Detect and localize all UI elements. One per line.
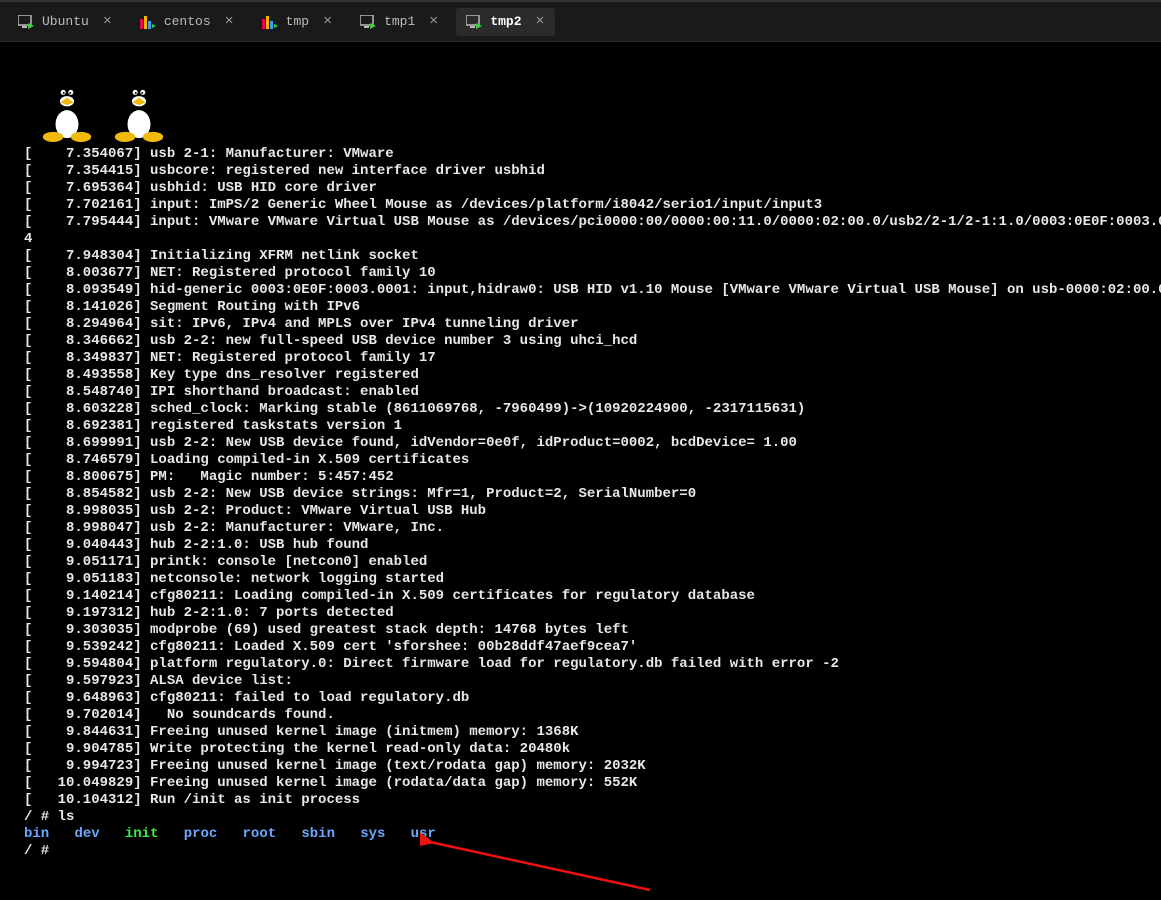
ls-entry-bin: bin [24, 826, 49, 842]
close-icon[interactable]: × [225, 14, 234, 29]
close-icon[interactable]: × [429, 14, 438, 29]
tux-icon [34, 72, 100, 142]
ls-entry-init: init [125, 826, 159, 842]
tux-logos [0, 50, 1161, 142]
terminal-tab-centos[interactable]: centos × [130, 8, 244, 36]
vm-icon [18, 14, 34, 30]
terminal-tabbar: Ubuntu × centos × tmp × tmp1 × tmp2 × [0, 2, 1161, 42]
terminal-tab-tmp2[interactable]: tmp2 × [456, 8, 554, 36]
shell-prompt-idle: / # [0, 843, 1161, 860]
ls-entry-usr: usr [411, 826, 436, 842]
tab-label: tmp2 [490, 14, 521, 29]
close-icon[interactable]: × [323, 14, 332, 29]
tux-icon [106, 72, 172, 142]
ls-entry-sys: sys [360, 826, 385, 842]
close-icon[interactable]: × [536, 14, 545, 29]
vm-icon [262, 14, 278, 30]
vm-icon [140, 14, 156, 30]
ls-entry-root: root [243, 826, 277, 842]
vm-icon [466, 14, 482, 30]
ls-entry-sbin: sbin [301, 826, 335, 842]
tab-label: tmp [286, 14, 309, 29]
tab-label: tmp1 [384, 14, 415, 29]
tab-label: Ubuntu [42, 14, 89, 29]
ls-entry-proc: proc [184, 826, 218, 842]
terminal-tab-Ubuntu[interactable]: Ubuntu × [8, 8, 122, 36]
ls-output-line: bin dev init proc root sbin sys usr [0, 826, 1161, 843]
close-icon[interactable]: × [103, 14, 112, 29]
ls-entry-dev: dev [74, 826, 99, 842]
vm-icon [360, 14, 376, 30]
kernel-boot-log: [ 7.354067] usb 2-1: Manufacturer: VMwar… [0, 146, 1161, 809]
shell-prompt-ls: / # ls [0, 809, 1161, 826]
terminal-tab-tmp1[interactable]: tmp1 × [350, 8, 448, 36]
tab-label: centos [164, 14, 211, 29]
terminal-tab-tmp[interactable]: tmp × [252, 8, 342, 36]
terminal-viewport[interactable]: [ 7.354067] usb 2-1: Manufacturer: VMwar… [0, 42, 1161, 860]
